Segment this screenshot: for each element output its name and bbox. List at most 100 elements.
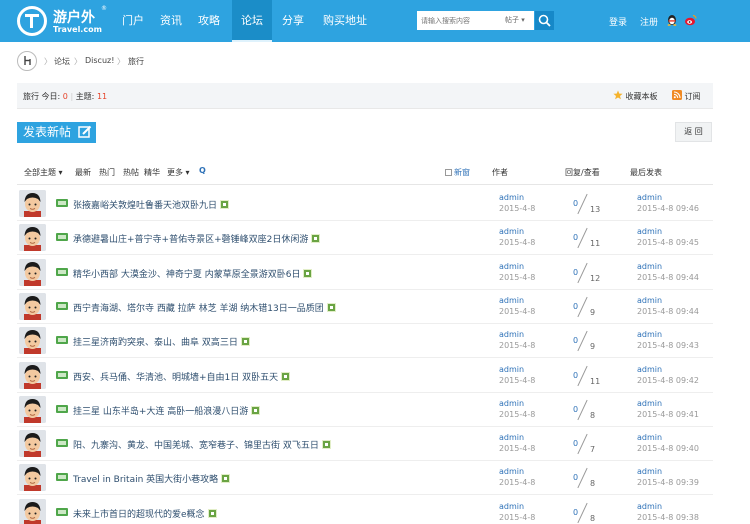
last-post-author[interactable]: admin [637,330,662,339]
reply-count[interactable]: 0 [573,371,578,380]
weibo-login-icon[interactable] [684,14,697,26]
thread-title-link[interactable]: 精华小西部 大漠金沙、神奇宁夏 内蒙草原全景游双卧6日 [73,267,313,280]
last-post-time[interactable]: 2015-4-8 09:39 [637,478,699,487]
user-avatar[interactable] [19,258,46,286]
user-avatar[interactable] [19,464,46,492]
thread-date: 2015-4-8 [499,478,536,488]
last-post-time[interactable]: 2015-4-8 09:40 [637,444,699,453]
last-post-time[interactable]: 2015-4-8 09:46 [637,204,699,213]
reply-count[interactable]: 0 [573,302,578,311]
image-attachment-icon [220,200,230,209]
thread-title-link[interactable]: 未来上市首日的超现代的爱e概念 [73,507,217,520]
qq-login-icon[interactable] [666,14,678,26]
nav-news[interactable]: 资讯 [152,0,190,42]
view-count: 12 [590,273,601,283]
new-topic-icon [56,507,68,516]
thread-title: 承德避暑山庄+普宁寺+普佑寺景区+磬锤峰双座2日休闲游 [73,235,309,246]
last-post-time[interactable]: 2015-4-8 09:41 [637,410,699,419]
thread-title-link[interactable]: 挂三星济南趵突泉、泰山、曲阜 双高三日 [73,335,250,348]
thread-title-link[interactable]: Travel in Britain 英国大街小巷攻略 [73,472,231,485]
filter-q[interactable]: Q [199,166,206,175]
thread-author[interactable]: admin [499,467,524,476]
thread-author[interactable]: admin [499,433,524,442]
thread-author[interactable]: admin [499,365,524,374]
reply-count[interactable]: 0 [573,508,578,517]
back-button[interactable]: 返 回 [675,122,712,142]
user-avatar[interactable] [19,190,46,217]
thread-title-link[interactable]: 西安、兵马俑、华清池、明城墙+自由1日 双卧五天 [73,370,291,383]
filter-hottest[interactable]: 热帖 [123,167,139,178]
reply-count[interactable]: 0 [573,199,578,208]
user-avatar[interactable] [19,498,46,524]
user-avatar[interactable] [19,327,46,355]
register-link[interactable]: 注册 [640,15,658,28]
last-post-time[interactable]: 2015-4-8 09:44 [637,273,699,282]
thread-author[interactable]: admin [499,330,524,339]
last-post-author[interactable]: admin [637,502,662,511]
open-new-window-toggle[interactable]: 新窗 [445,167,470,178]
breadcrumb-forum[interactable]: 论坛 [54,56,70,67]
nav-buy-address[interactable]: 购买地址 [312,0,378,42]
last-post-time[interactable]: 2015-4-8 09:42 [637,376,699,385]
nav-guides[interactable]: 攻略 [190,0,228,42]
new-window-checkbox[interactable] [445,169,452,176]
new-topic-icon [56,301,68,310]
nav-share[interactable]: 分享 [274,0,312,42]
search-button[interactable] [535,11,554,30]
favorite-forum-link[interactable]: 收藏本板 [613,90,658,102]
reply-count[interactable]: 0 [573,473,578,482]
filter-hot[interactable]: 热门 [99,167,115,178]
thread-author[interactable]: admin [499,262,524,271]
last-post-time[interactable]: 2015-4-8 09:43 [637,341,699,350]
thread-row: 西宁青海湖、塔尔寺 西藏 拉萨 林芝 羊湖 纳木错13日一品质团 admin 201… [17,290,713,324]
last-post-author[interactable]: admin [637,399,662,408]
reply-count[interactable]: 0 [573,405,578,414]
reply-count[interactable]: 0 [573,439,578,448]
last-post-author[interactable]: admin [637,365,662,374]
nav-portal[interactable]: 门户 [114,0,152,42]
last-post-time[interactable]: 2015-4-8 09:45 [637,238,699,247]
reply-count[interactable]: 0 [573,336,578,345]
last-post-author[interactable]: admin [637,262,662,271]
login-link[interactable]: 登录 [609,15,627,28]
thread-author[interactable]: admin [499,502,524,511]
last-post-author[interactable]: admin [637,467,662,476]
breadcrumb-separator: 〉 [117,57,125,66]
thread-author[interactable]: admin [499,296,524,305]
breadcrumb-discuz[interactable]: Discuz! [85,56,114,65]
filter-digest[interactable]: 精华 [144,167,160,178]
view-count: 11 [590,239,601,249]
user-avatar[interactable] [19,430,46,458]
user-avatar[interactable] [19,292,46,320]
user-avatar[interactable] [19,224,46,252]
thread-author[interactable]: admin [499,399,524,408]
last-post-author[interactable]: admin [637,433,662,442]
last-post-time[interactable]: 2015-4-8 09:38 [637,513,699,522]
user-avatar[interactable] [19,395,46,423]
filter-latest[interactable]: 最新 [75,167,91,178]
thread-title-link[interactable]: 张掖嘉峪关敦煌吐鲁番天池双卧九日 [73,198,230,211]
search-category-select[interactable]: 帖子 ▾ [505,11,525,30]
subscribe-link[interactable]: 订阅 [672,90,701,102]
thread-author[interactable]: admin [499,193,524,202]
forum-home-icon [24,56,31,65]
last-post-author[interactable]: admin [637,227,662,236]
thread-title: 阳、九寨沟、黄龙、中国羌城、宽窄巷子、锦里古街 双飞五日 [73,441,319,452]
nav-forum[interactable]: 论坛 [232,0,272,42]
last-post-time[interactable]: 2015-4-8 09:44 [637,307,699,316]
user-avatar[interactable] [19,361,46,389]
reply-count[interactable]: 0 [573,268,578,277]
search-input[interactable] [417,11,501,30]
last-post-author[interactable]: admin [637,296,662,305]
thread-title-link[interactable]: 承德避暑山庄+普宁寺+普佑寺景区+磬锤峰双座2日休闲游 [73,232,321,246]
thread-title-link[interactable]: 挂三星 山东半岛+大连 高卧一船浪漫八日游 [73,404,261,417]
thread-title-link[interactable]: 西宁青海湖、塔尔寺 西藏 拉萨 林芝 羊湖 纳木错13日一品质团 [73,301,336,314]
reply-count[interactable]: 0 [573,233,578,242]
thread-author[interactable]: admin [499,227,524,236]
new-post-button[interactable]: 发表新帖 [17,122,96,143]
thread-title-link[interactable]: 阳、九寨沟、黄龙、中国羌城、宽窄巷子、锦里古街 双飞五日 [73,438,331,451]
filter-all-topics[interactable]: 全部主题 ▾ [24,167,63,178]
last-post-author[interactable]: admin [637,193,662,202]
home-icon[interactable] [17,51,37,71]
filter-more[interactable]: 更多 ▾ [167,167,190,178]
